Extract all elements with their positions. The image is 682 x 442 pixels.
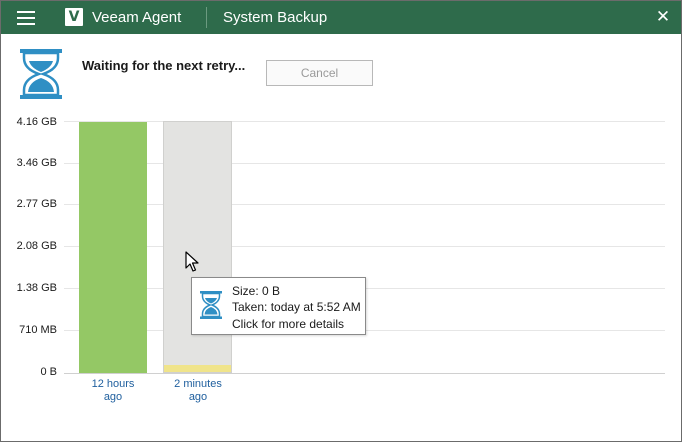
gridline [64,246,665,247]
veeam-logo-icon: V [65,8,83,26]
gridline [64,163,665,164]
title-bar: V Veeam Agent System Backup ✕ [1,1,681,34]
y-tick-label: 2.77 GB [16,198,57,210]
y-tick-label: 3.46 GB [16,157,57,169]
x-label-line: ago [103,391,123,403]
tooltip-size: Size: 0 B [232,284,281,298]
tooltip-details: Click for more details [232,317,345,331]
restore-point-bar-2-minutes[interactable] [163,121,232,373]
x-label-line: 2 minutes [174,378,222,390]
restore-point-tooltip: Size: 0 B Taken: today at 5:52 AM Click … [191,277,366,335]
cancel-button[interactable]: Cancel [266,60,373,86]
restore-point-bar-12-hours[interactable] [79,122,147,373]
hourglass-icon [200,291,222,319]
y-tick-label: 4.16 GB [16,116,57,128]
title-separator [206,7,207,28]
x-label-line: 12 hours [91,378,135,390]
gridline [64,204,665,205]
hamburger-menu-icon[interactable] [17,10,35,26]
y-tick-label: 710 MB [19,324,57,336]
status-text: Waiting for the next retry... [82,58,246,73]
hourglass-icon [20,49,62,99]
backup-window: V Veeam Agent System Backup ✕ Waiting fo… [0,0,682,442]
chart-baseline [64,373,665,374]
app-name: Veeam Agent [92,9,182,26]
close-icon[interactable]: ✕ [653,7,673,27]
x-label-line: ago [188,391,208,403]
section-title: System Backup [223,9,328,26]
bar-progress-fill [164,365,231,372]
y-tick-label: 2.08 GB [16,240,57,252]
x-label-2-minutes[interactable]: 2 minutes ago [158,378,238,404]
mouse-pointer-icon [185,251,199,272]
y-tick-label: 0 B [40,366,57,378]
gridline [64,121,665,122]
y-tick-label: 1.38 GB [16,282,57,294]
tooltip-taken: Taken: today at 5:52 AM [232,300,361,314]
x-label-12-hours[interactable]: 12 hours ago [73,378,153,404]
